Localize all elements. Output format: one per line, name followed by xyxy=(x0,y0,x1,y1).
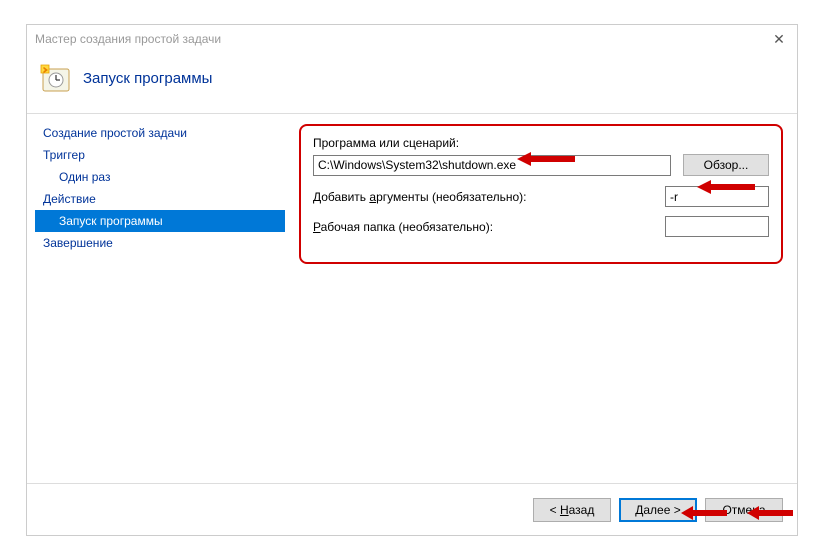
cancel-button[interactable]: Отмена xyxy=(705,498,783,522)
task-icon xyxy=(39,61,73,95)
next-button[interactable]: Далее > xyxy=(619,498,697,522)
page-title: Запуск программы xyxy=(83,70,212,87)
wizard-sidebar: Создание простой задачиТриггерОдин разДе… xyxy=(27,114,285,482)
program-input[interactable] xyxy=(313,155,671,176)
sidebar-item-1[interactable]: Триггер xyxy=(35,144,285,166)
sidebar-item-0[interactable]: Создание простой задачи xyxy=(35,122,285,144)
window-title: Мастер создания простой задачи xyxy=(35,32,221,46)
sidebar-item-5[interactable]: Завершение xyxy=(35,232,285,254)
program-label: Программа или сценарий: xyxy=(313,136,769,150)
arguments-input[interactable] xyxy=(665,186,769,207)
browse-button[interactable]: Обзор... xyxy=(683,154,769,176)
sidebar-item-4[interactable]: Запуск программы xyxy=(35,210,285,232)
workdir-label: Рабочая папка (необязательно): xyxy=(313,220,533,234)
arguments-label: Добавить аргументы (необязательно): xyxy=(313,190,533,204)
titlebar: Мастер создания простой задачи ✕ xyxy=(27,25,797,53)
close-icon[interactable]: ✕ xyxy=(769,31,789,48)
form-highlight: Программа или сценарий: Обзор... Добавит… xyxy=(299,124,783,264)
wizard-body: Создание простой задачиТриггерОдин разДе… xyxy=(27,114,797,482)
wizard-footer: < Назад Далее > Отмена xyxy=(27,483,797,535)
wizard-header: Запуск программы xyxy=(27,53,797,113)
workdir-input[interactable] xyxy=(665,216,769,237)
sidebar-item-3[interactable]: Действие xyxy=(35,188,285,210)
back-button[interactable]: < Назад xyxy=(533,498,611,522)
wizard-window: Мастер создания простой задачи ✕ Запуск … xyxy=(26,24,798,536)
wizard-main: Программа или сценарий: Обзор... Добавит… xyxy=(285,114,797,482)
sidebar-item-2[interactable]: Один раз xyxy=(35,166,285,188)
